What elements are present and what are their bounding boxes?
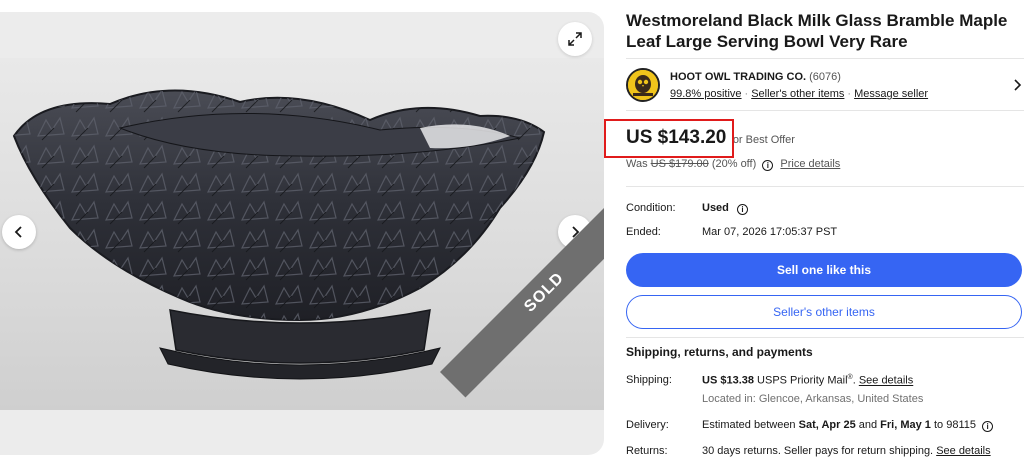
seller-links: 99.8% positive · Seller's other items · Mess… bbox=[670, 88, 929, 100]
was-price-row: Was US $179.00 (20% off) i Price details bbox=[626, 158, 840, 171]
sellers-other-items-button[interactable]: Seller's other items bbox=[626, 295, 1022, 329]
shipping-cost: US $13.38 bbox=[702, 374, 754, 387]
shipping-service: USPS Priority Mail bbox=[757, 374, 848, 387]
condition-label: Condition: bbox=[626, 202, 676, 214]
best-offer-label: or Best Offer bbox=[732, 134, 795, 146]
returns-text: 30 days returns. Seller pays for return … bbox=[702, 445, 934, 457]
previous-image-button[interactable] bbox=[2, 215, 36, 249]
returns-label: Returns: bbox=[626, 445, 668, 457]
price-details-link[interactable]: Price details bbox=[780, 158, 840, 170]
delivery-end: Fri, May 1 bbox=[880, 419, 931, 431]
divider bbox=[626, 337, 1024, 338]
was-price: US $179.00 bbox=[650, 158, 709, 170]
glass-bowl-image bbox=[12, 89, 546, 380]
price-highlight-box bbox=[604, 119, 734, 158]
divider bbox=[626, 110, 1024, 111]
seller-name-line: HOOT OWL TRADING CO. (6076) bbox=[670, 71, 841, 83]
seller-card[interactable]: HOOT OWL TRADING CO. (6076) 99.8% positi… bbox=[626, 66, 1024, 106]
seller-avatar[interactable] bbox=[626, 68, 660, 102]
shipping-label: Shipping: bbox=[626, 374, 672, 386]
delivery-start: Sat, Apr 25 bbox=[798, 419, 856, 431]
delivery-prefix: Estimated between bbox=[702, 419, 796, 431]
condition-value: Used i bbox=[702, 202, 748, 215]
seller-positive-link[interactable]: 99.8% positive bbox=[670, 88, 742, 100]
owl-logo-icon bbox=[628, 70, 658, 100]
condition-text: Used bbox=[702, 202, 729, 214]
seller-feedback-count: (6076) bbox=[809, 71, 841, 83]
shipping-value: US $13.38 USPS Priority Mail®. See detai… bbox=[702, 374, 914, 387]
message-seller-link[interactable]: Message seller bbox=[854, 88, 928, 100]
returns-see-details-link[interactable]: See details bbox=[936, 445, 990, 457]
seller-other-items-link[interactable]: Seller's other items bbox=[751, 88, 844, 100]
ended-label: Ended: bbox=[626, 226, 661, 238]
returns-value: 30 days returns. Seller pays for return … bbox=[702, 445, 991, 457]
ended-value: Mar 07, 2026 17:05:37 PST bbox=[702, 226, 838, 238]
listing-title: Westmoreland Black Milk Glass Bramble Ma… bbox=[626, 11, 1008, 51]
divider bbox=[626, 58, 1024, 59]
registered-mark: ® bbox=[847, 374, 853, 381]
info-icon[interactable]: i bbox=[982, 421, 994, 432]
discount-label: (20% off) bbox=[711, 158, 757, 170]
delivery-label: Delivery: bbox=[626, 419, 669, 431]
sell-one-like-this-button[interactable]: Sell one like this bbox=[626, 253, 1022, 287]
delivery-and: and bbox=[858, 419, 878, 431]
delivery-value: Estimated between Sat, Apr 25 and Fri, M… bbox=[702, 419, 994, 432]
was-label: Was bbox=[626, 158, 648, 170]
shipping-section-heading: Shipping, returns, and payments bbox=[626, 345, 813, 359]
expand-image-button[interactable] bbox=[558, 22, 592, 56]
item-location: Located in: Glencoe, Arkansas, United St… bbox=[702, 393, 924, 405]
info-icon[interactable]: i bbox=[736, 204, 748, 215]
expand-icon bbox=[568, 32, 582, 46]
divider bbox=[626, 186, 1024, 187]
info-icon[interactable]: i bbox=[762, 160, 774, 171]
chevron-right-icon[interactable] bbox=[1012, 78, 1022, 92]
shipping-see-details-link[interactable]: See details bbox=[859, 375, 913, 387]
chevron-left-icon bbox=[14, 226, 22, 238]
image-gallery: SOLD bbox=[0, 12, 604, 455]
delivery-to: to 98115 bbox=[933, 419, 976, 431]
product-photo[interactable] bbox=[0, 58, 604, 410]
seller-name[interactable]: HOOT OWL TRADING CO. bbox=[670, 71, 806, 83]
